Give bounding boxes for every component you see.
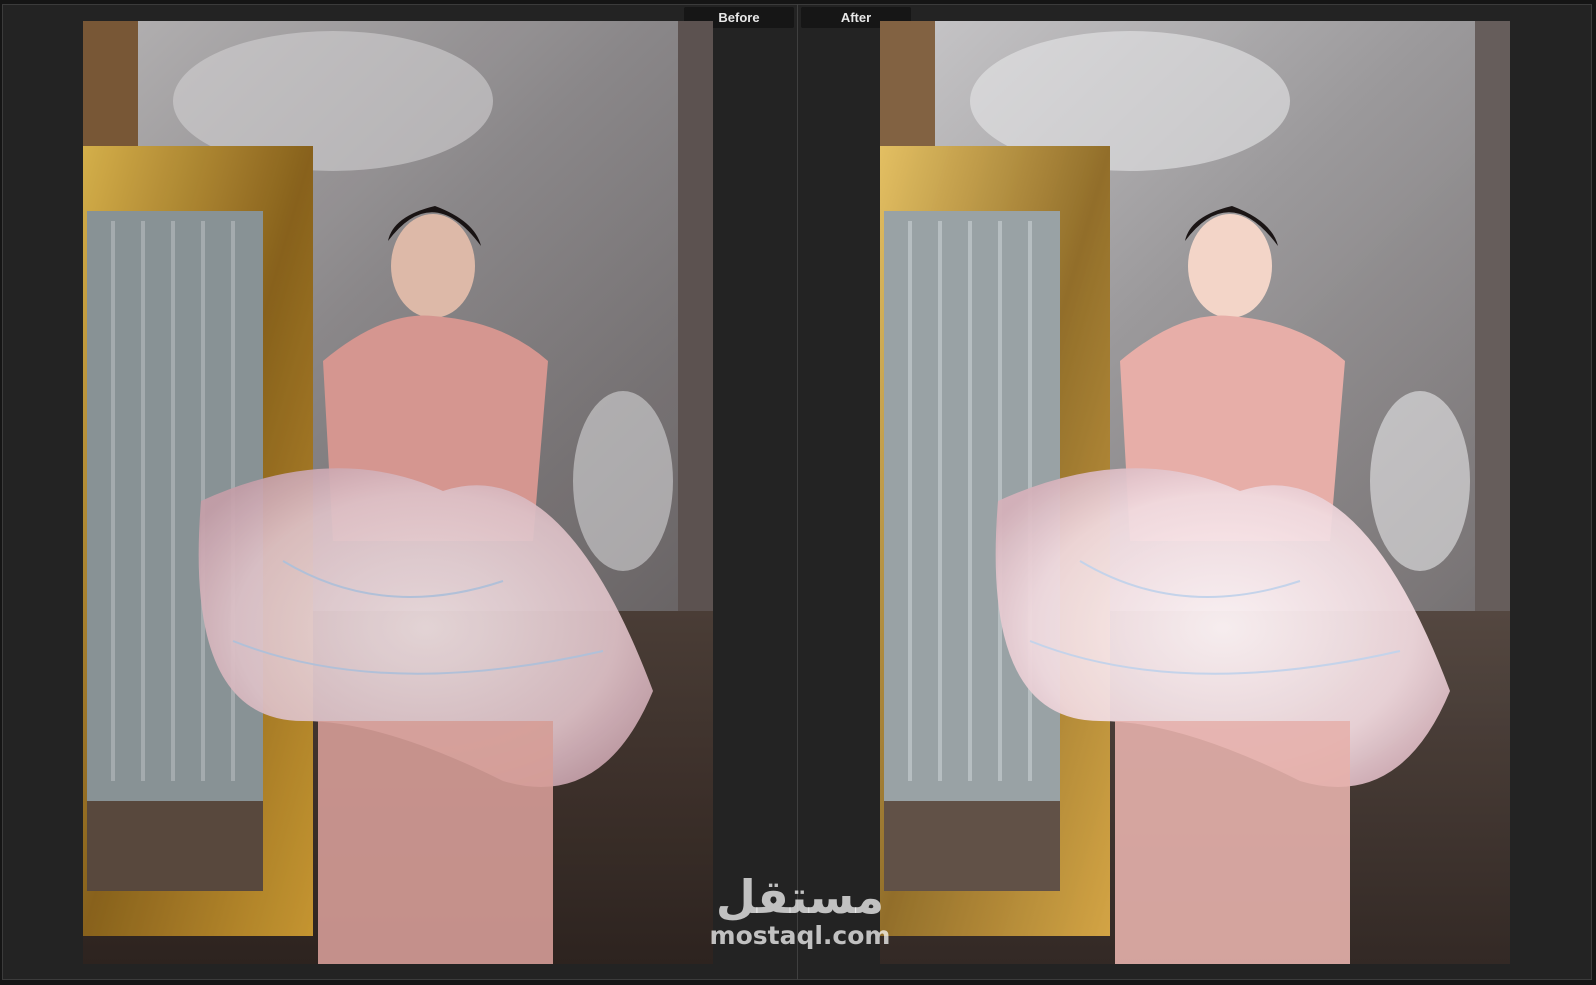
photo-illustration bbox=[83, 21, 713, 964]
watermark: مستقل mostaql.com bbox=[700, 872, 900, 950]
split-divider[interactable] bbox=[797, 4, 798, 980]
after-photo bbox=[880, 21, 1510, 964]
before-photo bbox=[83, 21, 713, 964]
watermark-arabic: مستقل bbox=[715, 870, 885, 924]
photo-illustration bbox=[880, 21, 1510, 964]
watermark-url: mostaql.com bbox=[709, 921, 891, 950]
